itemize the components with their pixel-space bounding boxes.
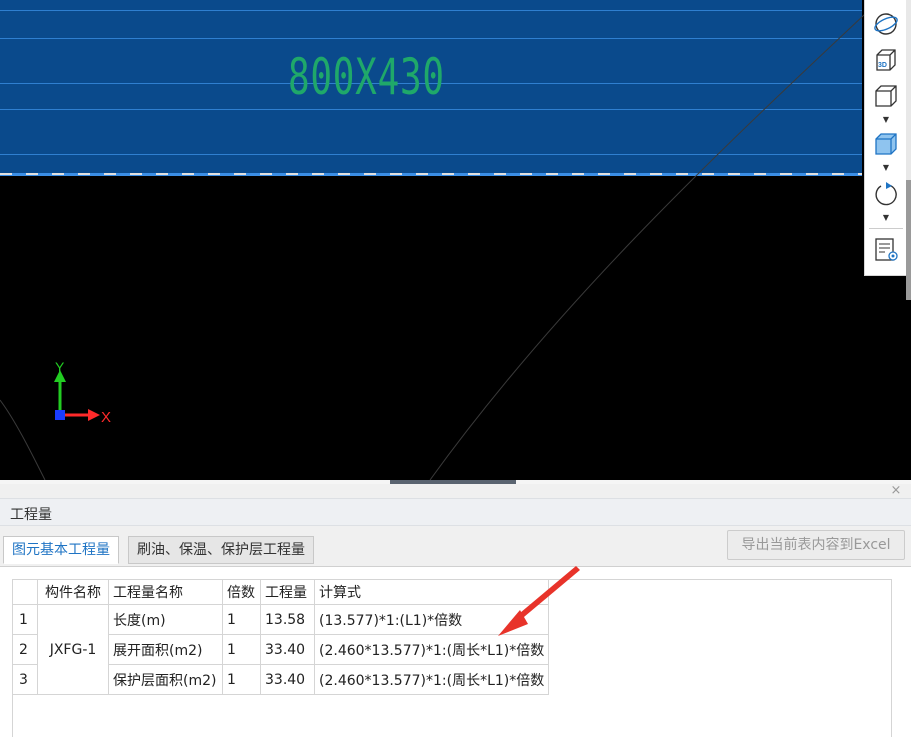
x-axis-arrow: [88, 409, 100, 421]
quantity-table: 构件名称 工程量名称 倍数 工程量 计算式 1 JXFG-1 长度(m) 1 1…: [12, 579, 550, 695]
quantity-name-cell[interactable]: 展开面积(m2): [108, 634, 223, 665]
col-header-multiplier[interactable]: 倍数: [222, 579, 261, 605]
col-header-quantity-name[interactable]: 工程量名称: [108, 579, 223, 605]
axis-origin: [55, 410, 65, 420]
box-wireframe-icon[interactable]: [872, 82, 900, 110]
quantity-cell[interactable]: 33.40: [260, 634, 315, 665]
orbit-icon[interactable]: [872, 10, 900, 38]
y-axis-label: Y: [55, 360, 65, 375]
view-toolbar: 3D ▼ ▼ ▼: [864, 0, 906, 276]
col-header-index: [12, 579, 38, 605]
table-header-row: 构件名称 工程量名称 倍数 工程量 计算式: [12, 579, 550, 605]
quantity-cell[interactable]: 33.40: [260, 664, 315, 695]
multiplier-cell[interactable]: 1: [222, 634, 261, 665]
close-icon[interactable]: ×: [889, 484, 903, 498]
rotate-icon[interactable]: [872, 180, 900, 208]
panel-title: 工程量: [10, 507, 52, 523]
model-viewport[interactable]: 800X430 Y X: [0, 0, 911, 480]
svg-text:3D: 3D: [878, 62, 887, 69]
quantity-name-cell[interactable]: 长度(m): [108, 604, 223, 635]
splitter-handle[interactable]: [390, 480, 516, 484]
tab-paint-insulation-quantity[interactable]: 刷油、保温、保护层工程量: [128, 536, 314, 564]
row-index: 1: [12, 604, 38, 635]
quantity-panel-header: 工程量: [0, 498, 911, 526]
quantity-name-cell[interactable]: 保护层面积(m2): [108, 664, 223, 695]
component-name-cell[interactable]: JXFG-1: [37, 604, 109, 695]
quantity-cell[interactable]: 13.58: [260, 604, 315, 635]
multiplier-cell[interactable]: 1: [222, 604, 261, 635]
multiplier-cell[interactable]: 1: [222, 664, 261, 695]
table-row[interactable]: 1 JXFG-1 长度(m) 1 13.58 (13.577)*1:(L1)*倍…: [12, 604, 550, 695]
toolbar-divider: [869, 228, 903, 229]
chevron-down-icon[interactable]: ▼: [881, 214, 891, 222]
row-index: 3: [12, 664, 38, 695]
box-solid-icon[interactable]: [872, 130, 900, 158]
view-3d-icon[interactable]: 3D: [872, 46, 900, 74]
tab-basic-quantity[interactable]: 图元基本工程量: [3, 536, 119, 564]
annotation-arrow: [498, 566, 580, 636]
axis-gizmo: Y X: [54, 360, 111, 426]
chevron-down-icon[interactable]: ▼: [881, 116, 891, 124]
export-excel-button[interactable]: 导出当前表内容到Excel: [727, 530, 905, 560]
report-view-icon[interactable]: [872, 236, 900, 264]
quantity-grid-area: 构件名称 工程量名称 倍数 工程量 计算式 1 JXFG-1 长度(m) 1 1…: [0, 566, 911, 737]
scrollbar-thumb[interactable]: [906, 180, 911, 300]
arc-guide-line: [0, 0, 881, 480]
row-index: 2: [12, 634, 38, 665]
formula-cell[interactable]: (2.460*13.577)*1:(周长*L1)*倍数: [313, 664, 550, 695]
col-header-component[interactable]: 构件名称: [37, 579, 109, 605]
chevron-down-icon[interactable]: ▼: [881, 164, 891, 172]
col-header-quantity[interactable]: 工程量: [260, 579, 315, 605]
x-axis-label: X: [101, 409, 111, 426]
